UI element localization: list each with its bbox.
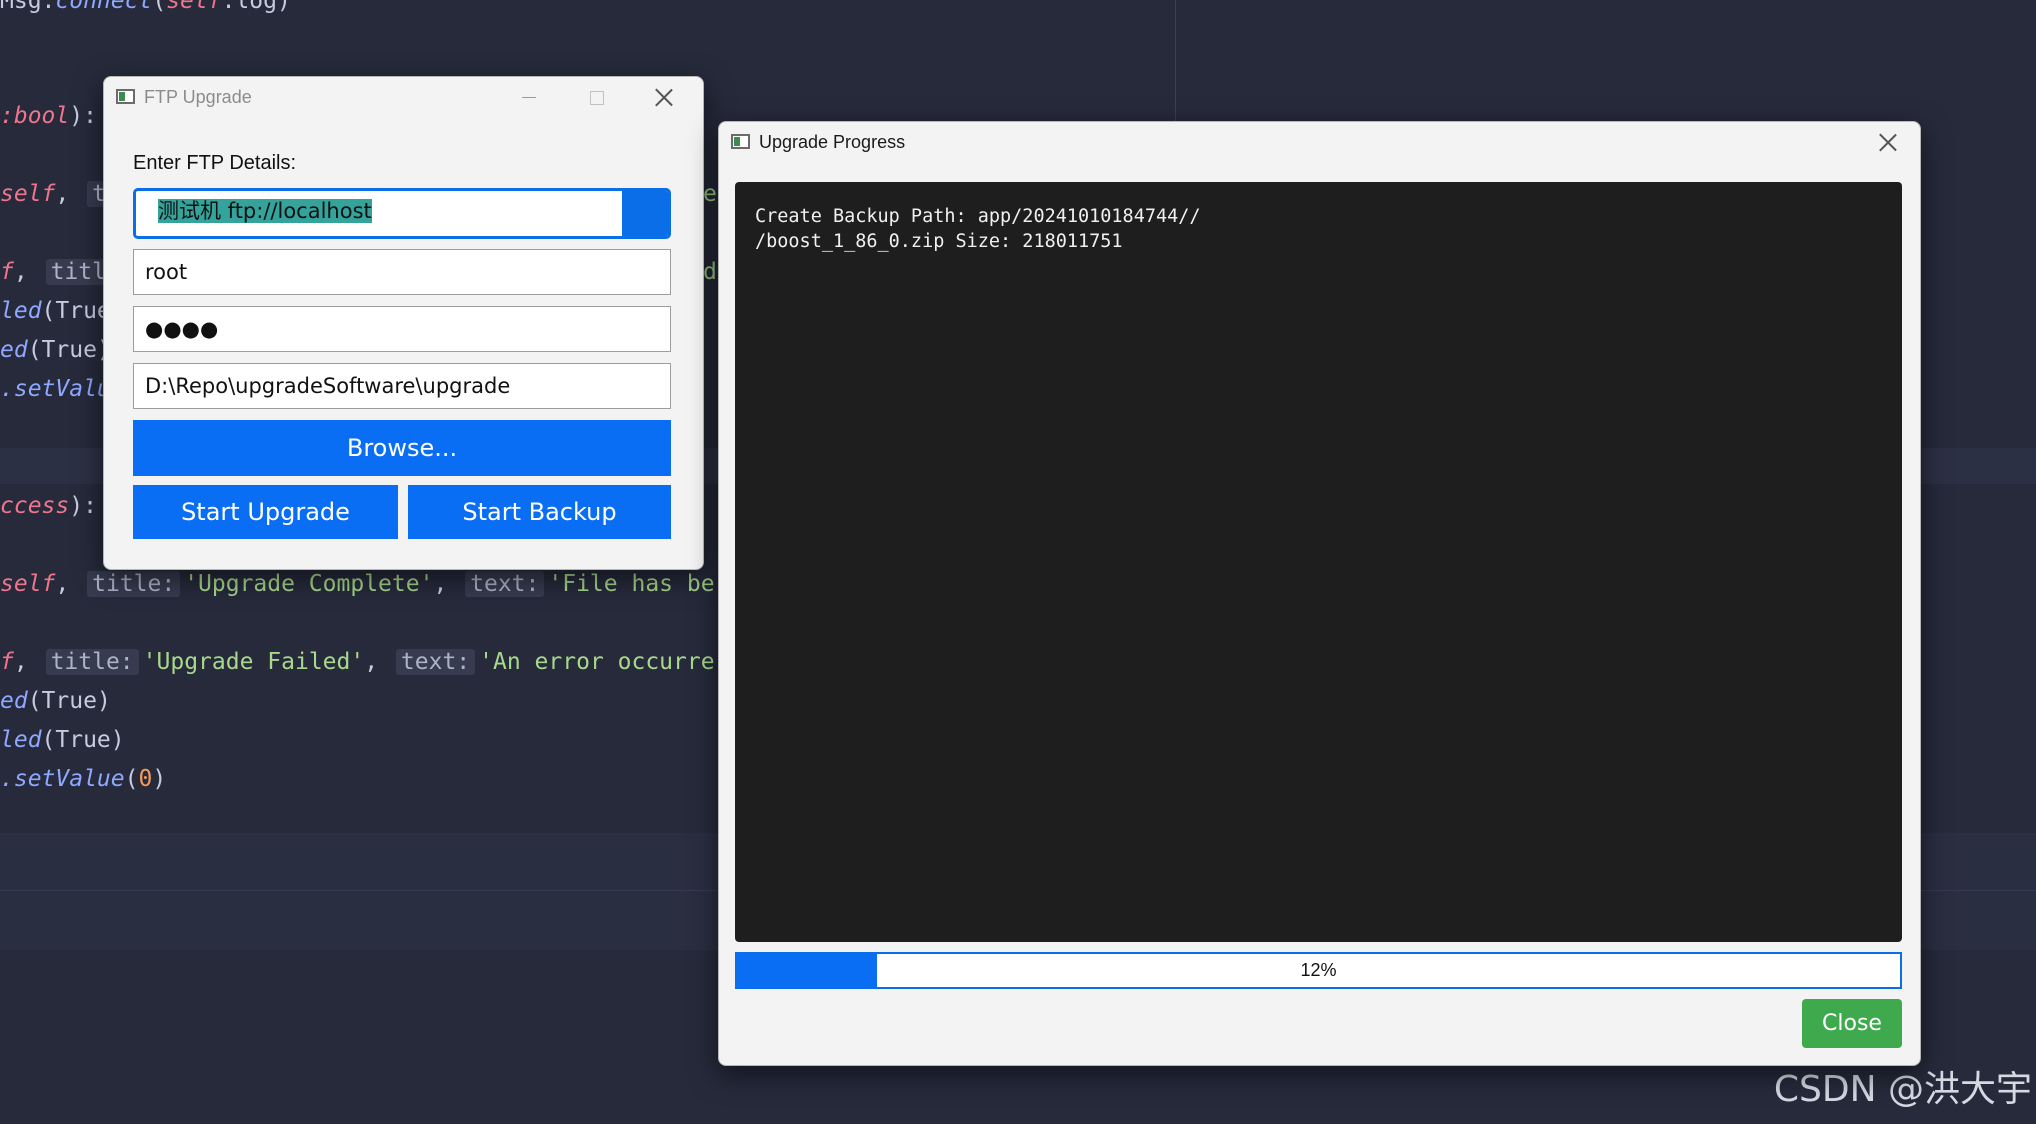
code-line-12: led(True) (0, 727, 125, 753)
code-line-1: Msg.connect(self.log) (0, 0, 291, 14)
close-button[interactable]: Close (1802, 999, 1902, 1048)
code-line-11: ed(True) (0, 688, 111, 714)
host-value: 测试机 ftp://localhost (158, 199, 372, 223)
maximize-icon (590, 91, 604, 105)
start-backup-button[interactable]: Start Backup (408, 485, 671, 539)
progress-window-title: Upgrade Progress (759, 132, 906, 152)
ftp-titlebar[interactable]: FTP Upgrade (104, 77, 703, 117)
app-window-icon (731, 134, 750, 149)
code-line-13: .setValue(0) (0, 766, 167, 792)
editor-ruler (1175, 0, 1176, 130)
code-line-3: self, t (0, 181, 115, 207)
ftp-host-combobox[interactable]: 测试机 ftp://localhost (133, 188, 671, 239)
ftp-upgrade-window: FTP Upgrade Enter FTP Details: 测试机 ftp:/… (103, 76, 704, 570)
code-line-6: ed(True) (0, 337, 111, 363)
code-line-4: f, titl (0, 259, 115, 285)
log-output[interactable]: Create Backup Path: app/20241010184744//… (735, 182, 1902, 942)
code-line-8: ccess): (0, 493, 97, 519)
watermark: CSDN @洪大宇 (1773, 1069, 2032, 1110)
minimize-icon (522, 97, 536, 98)
ftp-close-button[interactable] (632, 77, 696, 117)
code-line-10: f, title: 'Upgrade Failed', text: 'An erro… (0, 649, 715, 675)
code-peek-e: e (703, 181, 717, 207)
username-input[interactable]: root (133, 249, 671, 295)
close-icon (1878, 132, 1898, 152)
ftp-window-title: FTP Upgrade (144, 87, 252, 107)
code-peek-d: d (703, 259, 717, 285)
minimize-button[interactable] (496, 77, 560, 117)
combo-dropdown-button[interactable] (622, 191, 668, 236)
progress-label: 12% (1300, 960, 1337, 980)
upgrade-progress-bar: 12% (735, 952, 1902, 989)
code-line-5: led(True (0, 298, 111, 324)
start-upgrade-button[interactable]: Start Upgrade (133, 485, 398, 539)
close-icon (654, 87, 674, 107)
password-input[interactable]: ●●●● (133, 306, 671, 352)
browse-button[interactable]: Browse... (133, 420, 671, 476)
progress-titlebar[interactable]: Upgrade Progress (719, 122, 1920, 162)
progress-close-titlebar-button[interactable] (1856, 122, 1920, 162)
path-input[interactable]: D:\Repo\upgradeSoftware\upgrade (133, 363, 671, 409)
code-line-7: .setValu (0, 376, 111, 402)
form-label: Enter FTP Details: (133, 152, 297, 174)
maximize-button[interactable] (564, 77, 628, 117)
app-window-icon (116, 89, 135, 104)
code-line-9: self, title: 'Upgrade Complete', text: 'Fi… (0, 571, 715, 597)
upgrade-progress-window: Upgrade Progress Create Backup Path: app… (718, 121, 1921, 1066)
code-line-2: :bool): (0, 103, 97, 129)
